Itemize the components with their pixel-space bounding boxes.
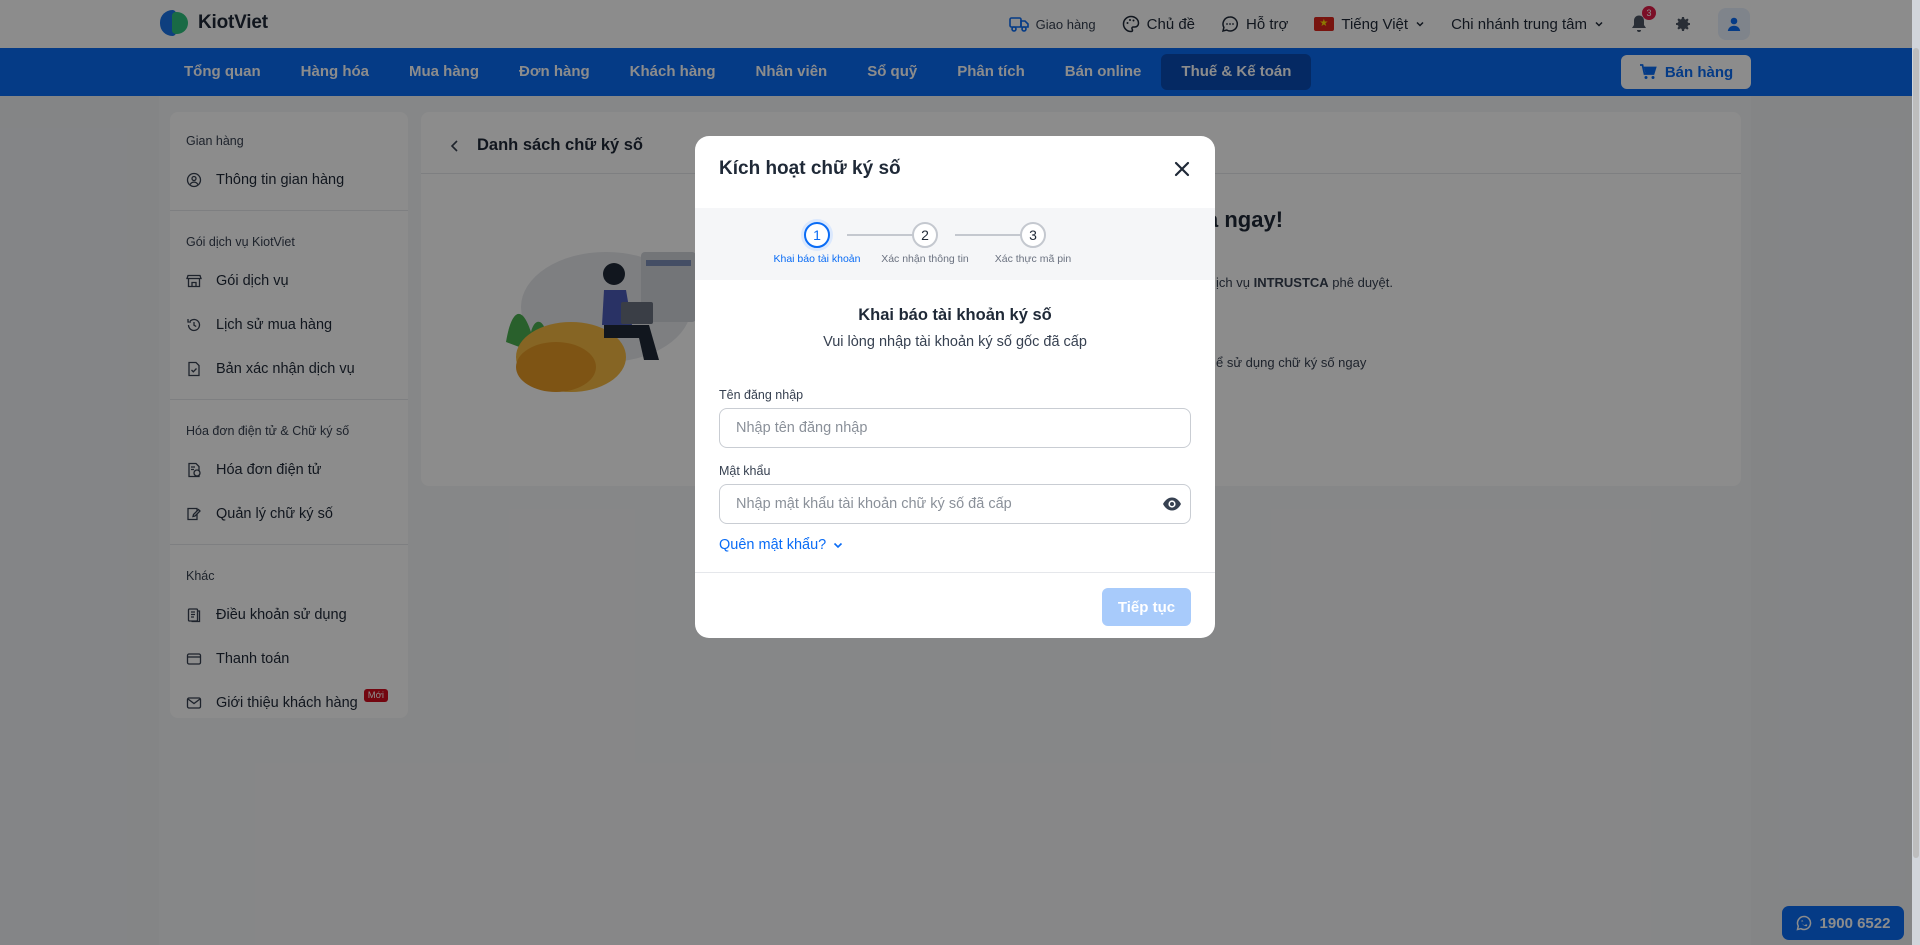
scrollbar-thumb[interactable] [1913, 48, 1919, 858]
password-field[interactable] [719, 484, 1191, 524]
password-label: Mật khẩu [719, 464, 771, 478]
step-1: 1 Khai báo tài khoản [762, 222, 872, 265]
step-label: Khai báo tài khoản [773, 253, 861, 265]
form-subheading: Vui lòng nhập tài khoản ký số gốc đã cấp [823, 334, 1087, 350]
chevron-down-icon [832, 539, 844, 551]
modal-footer-divider [695, 572, 1215, 573]
step-label: Xác nhận thông tin [881, 253, 969, 265]
step-number: 2 [912, 222, 938, 248]
username-label: Tên đăng nhập [719, 388, 804, 402]
step-number: 3 [1020, 222, 1046, 248]
forgot-password-label: Quên mật khẩu? [719, 537, 827, 553]
step-2: 2 Xác nhận thông tin [870, 222, 980, 265]
eye-icon[interactable] [1162, 495, 1182, 513]
password-input[interactable] [736, 496, 1174, 512]
forgot-password-link[interactable]: Quên mật khẩu? [719, 537, 844, 553]
continue-button[interactable]: Tiếp tục [1102, 588, 1191, 626]
username-input[interactable] [736, 420, 1174, 436]
activate-signature-modal: Kích hoạt chữ ký số 1 Khai báo tài khoản 2… [695, 136, 1215, 638]
step-label: Xác thực mã pin [994, 253, 1072, 265]
modal-title: Kích hoạt chữ ký số [719, 158, 901, 179]
username-field[interactable] [719, 408, 1191, 448]
form-heading: Khai báo tài khoản ký số [858, 306, 1052, 324]
page-scrollbar[interactable] [1912, 0, 1920, 945]
step-number: 1 [804, 222, 830, 248]
close-icon [1171, 158, 1193, 180]
step-3: 3 Xác thực mã pin [978, 222, 1088, 265]
close-button[interactable] [1171, 158, 1193, 180]
